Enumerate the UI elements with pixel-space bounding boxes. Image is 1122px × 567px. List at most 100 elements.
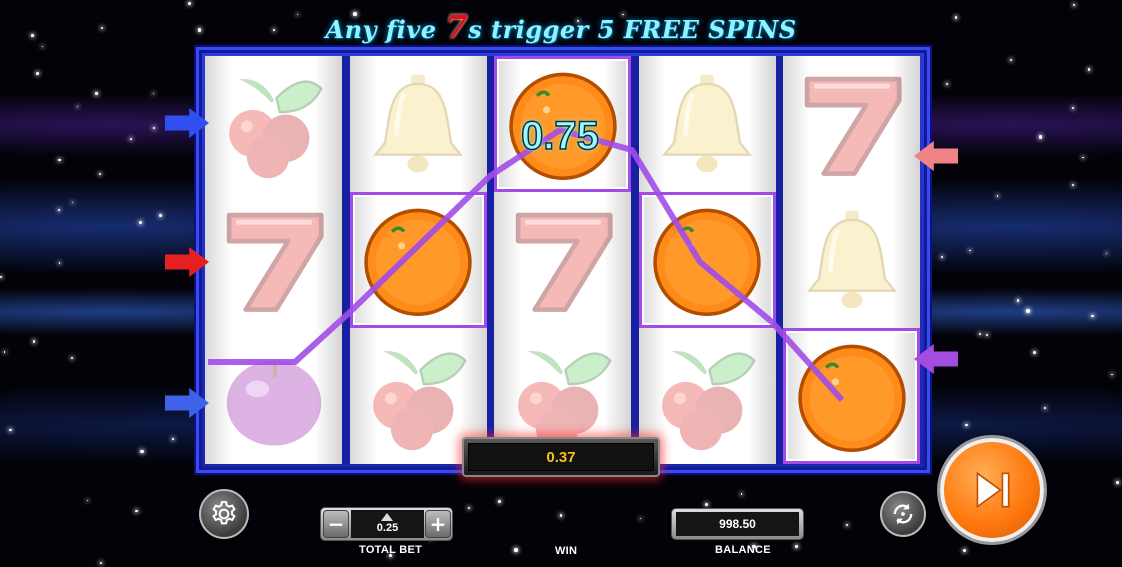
win-amount: 0.37: [468, 443, 654, 471]
star: [1071, 184, 1074, 187]
orange-icon: [797, 344, 906, 453]
bell-icon: [662, 74, 752, 173]
star: [740, 493, 743, 495]
star: [58, 209, 61, 212]
star: [996, 195, 999, 197]
cherry-icon: [228, 78, 323, 179]
star: [129, 138, 132, 141]
star: [140, 449, 144, 453]
star: [1091, 314, 1095, 318]
reel-4: [638, 56, 776, 464]
play-skip-icon: [976, 471, 1010, 509]
star: [940, 255, 943, 258]
star: [4, 351, 6, 353]
star: [76, 105, 79, 108]
seven-symbol: [205, 192, 342, 328]
star: [963, 549, 967, 553]
bell-symbol: [783, 192, 920, 328]
bet-indicator-icon: [381, 513, 393, 521]
star: [71, 201, 74, 204]
bell-icon: [806, 210, 897, 309]
star: [9, 428, 12, 431]
balance-value: 998.50: [676, 512, 799, 536]
star: [986, 334, 989, 337]
star: [969, 250, 971, 252]
star: [172, 438, 175, 441]
star: [978, 333, 981, 336]
star: [1116, 481, 1120, 484]
star: [134, 509, 138, 513]
star: [946, 82, 949, 85]
plum-symbol: [205, 328, 342, 464]
star: [795, 545, 798, 548]
star: [845, 524, 848, 527]
win-display: 0.37: [462, 437, 660, 477]
seven-symbol: [494, 192, 631, 328]
balance-label: BALANCE: [715, 544, 771, 556]
cherry-icon: [373, 350, 467, 451]
bell-symbol: [639, 56, 776, 192]
settings-button[interactable]: [199, 489, 249, 539]
star: [86, 499, 88, 501]
star: [1073, 3, 1075, 6]
star: [70, 357, 73, 360]
seven-symbol: [783, 56, 920, 192]
cherry-symbol: [205, 56, 342, 192]
bet-decrease-button[interactable]: −: [323, 510, 349, 538]
star: [1105, 252, 1108, 255]
star: [58, 158, 61, 161]
star: [1082, 156, 1085, 159]
star: [153, 93, 155, 95]
seven-icon: [226, 212, 324, 312]
star: [158, 214, 163, 218]
star: [33, 340, 36, 343]
banner-suffix: s trigger 5 FREE SPINS: [468, 15, 797, 44]
seven-icon: [515, 212, 613, 312]
star: [1039, 135, 1043, 139]
star: [639, 518, 641, 520]
star: [138, 221, 143, 225]
star: [1032, 351, 1036, 355]
gear-icon: [212, 501, 236, 525]
orange-icon: [653, 208, 761, 317]
spin-button[interactable]: [940, 438, 1044, 542]
total-bet-value: 0.25: [351, 510, 424, 538]
star: [187, 1, 191, 5]
autoplay-button[interactable]: [880, 491, 926, 537]
star: [559, 513, 563, 517]
star: [59, 262, 61, 264]
balance-display: 998.50: [671, 508, 804, 540]
free-spins-banner: Any five 7s trigger 5 FREE SPINS: [0, 8, 1122, 46]
star: [1072, 107, 1075, 110]
star: [498, 500, 501, 504]
star: [0, 276, 3, 279]
star: [1043, 406, 1047, 410]
star: [1111, 373, 1113, 375]
reel-5: [783, 56, 920, 464]
star: [1010, 59, 1013, 62]
star: [35, 72, 39, 75]
autoplay-icon: [893, 503, 913, 525]
orange-symbol: [349, 192, 487, 328]
total-bet-control: − 0.25 +: [320, 507, 453, 541]
star: [1016, 299, 1019, 302]
star: [965, 423, 968, 427]
bell-icon: [373, 74, 463, 173]
star: [468, 506, 471, 510]
win-label: WIN: [555, 545, 578, 557]
bell-symbol: [350, 56, 487, 192]
star: [99, 173, 102, 176]
seven-icon: [804, 76, 902, 176]
reel-1: [205, 56, 342, 464]
star: [95, 92, 98, 95]
star: [704, 502, 708, 507]
bet-increase-button[interactable]: +: [425, 510, 451, 538]
star: [100, 561, 103, 564]
total-bet-label: TOTAL BET: [359, 544, 423, 556]
line-win-amount: 0.75: [520, 113, 599, 159]
star: [152, 126, 155, 130]
banner-seven: 7: [445, 8, 469, 46]
star: [41, 46, 43, 48]
banner-prefix: Any five: [325, 15, 437, 44]
plum-icon: [226, 360, 321, 446]
